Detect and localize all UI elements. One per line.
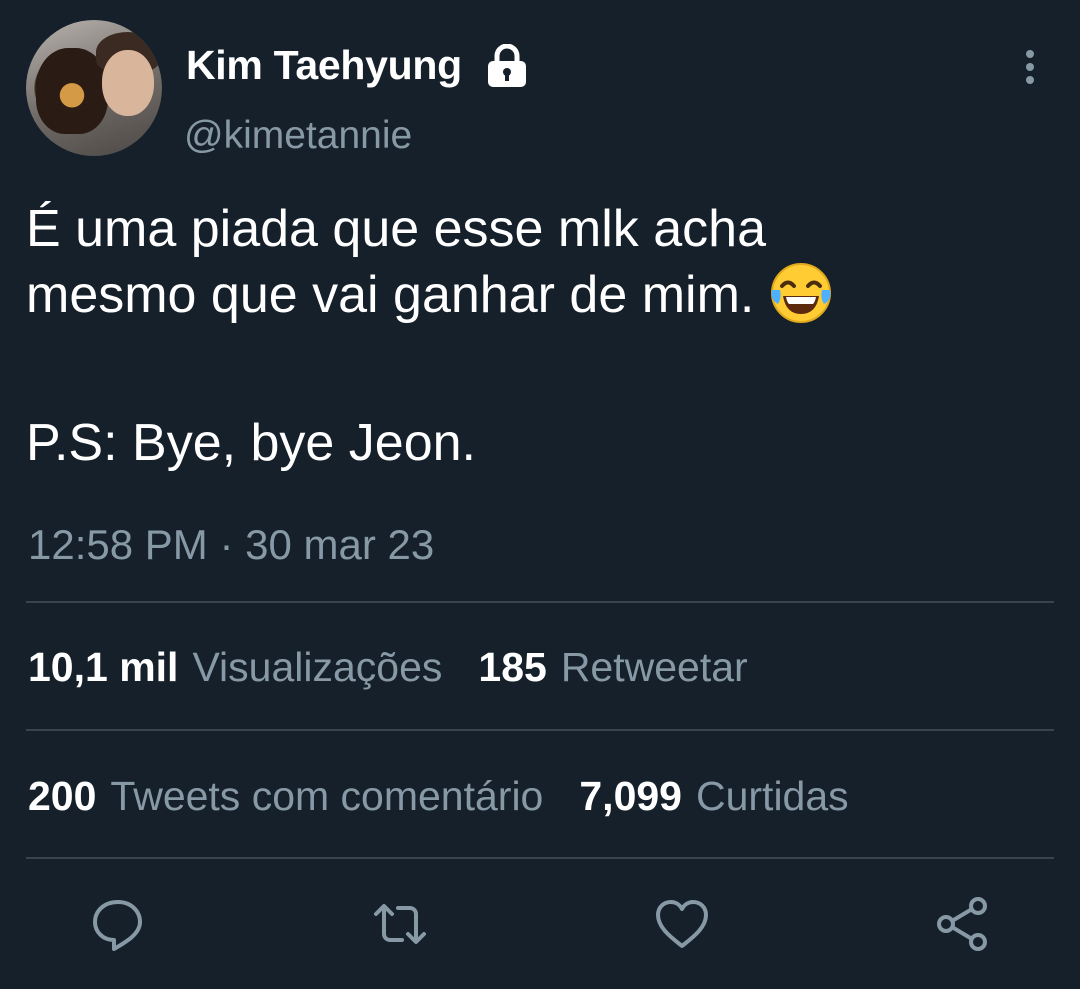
share-icon[interactable]: [932, 894, 992, 954]
likes-stat[interactable]: 7,099 Curtidas: [579, 773, 848, 820]
tweet-line-1: É uma piada que esse mlk acha: [26, 200, 766, 258]
more-options-icon[interactable]: [1022, 50, 1038, 90]
views-stat[interactable]: 10,1 mil Visualizações: [28, 644, 442, 691]
tweet-header: Kim Taehyung @kimetannie: [26, 20, 1056, 160]
quotes-stat[interactable]: 200 Tweets com comentário: [28, 773, 543, 820]
action-bar: [0, 884, 1080, 964]
likes-count: 7,099: [579, 773, 682, 819]
avatar[interactable]: [26, 20, 162, 156]
retweets-count: 185: [478, 644, 547, 690]
divider: [26, 601, 1054, 603]
tweet-line-2-wrap: mesmo que vai ganhar de mim.: [26, 260, 1046, 326]
divider: [26, 729, 1054, 731]
retweets-stat[interactable]: 185 Retweetar: [478, 644, 747, 691]
tears-of-joy-emoji-icon: [768, 260, 834, 326]
retweet-icon[interactable]: [370, 894, 430, 954]
tweet-text: É uma piada que esse mlk acha mesmo que …: [26, 198, 1046, 474]
stats-row-1: 10,1 mil Visualizações 185 Retweetar: [28, 644, 748, 691]
like-icon[interactable]: [652, 894, 712, 954]
views-label: Visualizações: [192, 644, 443, 690]
tweet-line-3: P.S: Bye, bye Jeon.: [26, 414, 476, 472]
quotes-label: Tweets com comentário: [110, 773, 544, 819]
display-name[interactable]: Kim Taehyung: [186, 42, 462, 89]
tweet-line-2: mesmo que vai ganhar de mim.: [26, 266, 755, 324]
views-count: 10,1 mil: [28, 644, 179, 690]
tweet-timestamp[interactable]: 12:58 PM · 30 mar 23: [28, 521, 434, 569]
stats-row-2: 200 Tweets com comentário 7,099 Curtidas: [28, 773, 849, 820]
name-row: Kim Taehyung: [186, 42, 530, 89]
quotes-count: 200: [28, 773, 97, 819]
divider: [26, 857, 1054, 859]
likes-label: Curtidas: [695, 773, 849, 819]
reply-icon[interactable]: [88, 894, 148, 954]
retweets-label: Retweetar: [560, 644, 748, 690]
avatar-face: [102, 50, 154, 116]
user-handle[interactable]: @kimetannie: [184, 114, 412, 158]
lock-icon: [484, 43, 530, 88]
